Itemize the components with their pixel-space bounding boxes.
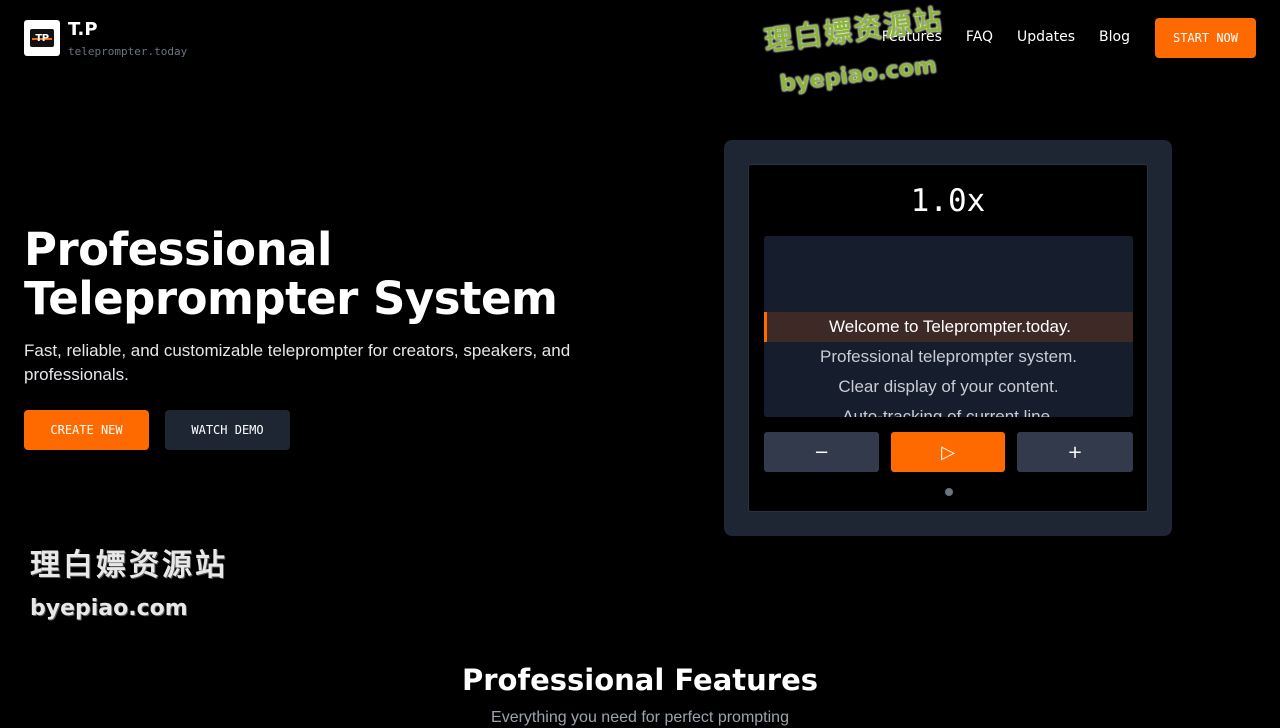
script-line: Clear display of your content.	[838, 377, 1059, 396]
logo-text: TP	[35, 32, 49, 44]
start-now-button[interactable]: START NOW	[1155, 18, 1256, 58]
script-display: Welcome to Teleprompter.today. Professio…	[764, 236, 1133, 417]
nav-item-updates[interactable]: Updates	[1017, 29, 1075, 45]
features-subtitle: Everything you need for perfect promptin…	[491, 709, 789, 726]
play-button[interactable]: ▷	[891, 432, 1005, 472]
minus-icon: −	[813, 441, 830, 463]
hero-title-line-2: Teleprompter System	[24, 272, 558, 325]
watch-demo-button[interactable]: WATCH DEMO	[165, 410, 290, 450]
speed-increase-button[interactable]: +	[1017, 432, 1133, 472]
teleprompter-screen: 1.0x Welcome to Teleprompter.today. Prof…	[748, 164, 1148, 512]
watermark-left: 理白嫖资源站 byepiao.com	[30, 540, 228, 621]
hero-title-line-1: Professional	[24, 223, 332, 276]
script-line-current: Welcome to Teleprompter.today.	[764, 312, 1133, 342]
play-icon: ▷	[941, 441, 955, 463]
hero-title: Professional Teleprompter System	[24, 225, 644, 323]
teleprompter-preview: 1.0x Welcome to Teleprompter.today. Prof…	[724, 140, 1172, 536]
pagination-dot	[945, 488, 953, 496]
script-line: Professional teleprompter system.	[820, 347, 1077, 366]
features-title: Professional Features	[461, 663, 818, 697]
nav-item-blog[interactable]: Blog	[1099, 29, 1130, 45]
main-nav: Features FAQ Updates Blog	[882, 29, 1130, 45]
speed-indicator: 1.0x	[910, 183, 986, 219]
script-line: Auto-tracking of current line.	[842, 407, 1055, 417]
logo-icon: TP	[30, 29, 54, 47]
watermark-cn: 理白嫖资源站	[30, 548, 228, 583]
nav-item-features[interactable]: Features	[882, 29, 942, 45]
brand-name[interactable]: T.P	[68, 19, 98, 40]
plus-icon: +	[1067, 441, 1083, 463]
hero-subtitle: Fast, reliable, and customizable telepro…	[24, 341, 571, 384]
speed-decrease-button[interactable]: −	[764, 432, 879, 472]
logo[interactable]: TP	[24, 20, 60, 56]
nav-item-faq[interactable]: FAQ	[966, 29, 993, 45]
watermark-en: byepiao.com	[30, 596, 188, 621]
create-new-button[interactable]: CREATE NEW	[24, 410, 149, 450]
site-header: TP T.P teleprompter.today Features FAQ U…	[0, 0, 1280, 78]
brand-domain: teleprompter.today	[68, 45, 188, 58]
